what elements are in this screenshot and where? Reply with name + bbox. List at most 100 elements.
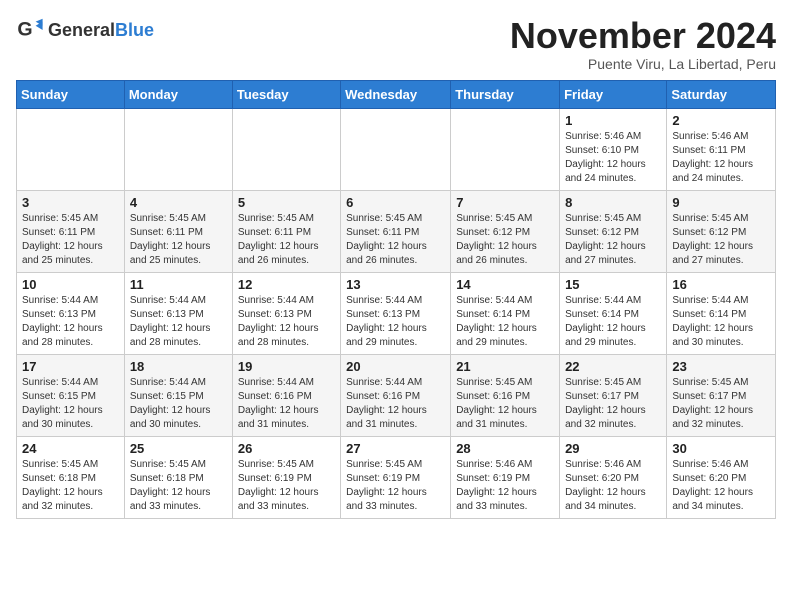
- day-info: Sunrise: 5:45 AM Sunset: 6:19 PM Dayligh…: [238, 458, 335, 514]
- day-number: 18: [130, 359, 227, 374]
- day-number: 20: [346, 359, 445, 374]
- calendar-cell: 28 Sunrise: 5:46 AM Sunset: 6:19 PM Dayli…: [451, 436, 560, 518]
- day-info: Sunrise: 5:45 AM Sunset: 6:11 PM Dayligh…: [238, 212, 335, 268]
- day-info: Sunrise: 5:44 AM Sunset: 6:15 PM Dayligh…: [130, 376, 227, 432]
- calendar-cell: 21Sunrise: 5:45 AM Sunset: 6:16 PM Dayli…: [451, 354, 560, 436]
- weekday-header-thursday: Thursday: [451, 80, 560, 108]
- day-number: 26: [238, 441, 335, 456]
- day-number: 9: [672, 195, 770, 210]
- calendar-cell: 14 Sunrise: 5:44 AM Sunset: 6:14 PM Dayli…: [451, 272, 560, 354]
- day-info: Sunrise: 5:46 AM Sunset: 6:11 PM Dayligh…: [672, 130, 770, 186]
- day-number: 24: [22, 441, 119, 456]
- calendar-table: SundayMondayTuesdayWednesdayThursdayFrid…: [16, 80, 776, 519]
- weekday-header-tuesday: Tuesday: [232, 80, 340, 108]
- calendar-cell: 9 Sunrise: 5:45 AM Sunset: 6:12 PM Daylig…: [667, 190, 776, 272]
- day-info: Sunrise: 5:45 AM Sunset: 6:11 PM Dayligh…: [22, 212, 119, 268]
- weekday-header-wednesday: Wednesday: [341, 80, 451, 108]
- calendar-cell: 4 Sunrise: 5:45 AM Sunset: 6:11 PM Daylig…: [124, 190, 232, 272]
- weekday-header-sunday: Sunday: [17, 80, 125, 108]
- day-info: Sunrise: 5:45 AM Sunset: 6:11 PM Dayligh…: [346, 212, 445, 268]
- calendar-cell: 30Sunrise: 5:46 AM Sunset: 6:20 PM Dayli…: [667, 436, 776, 518]
- calendar-cell: [232, 108, 340, 190]
- logo-blue: Blue: [115, 20, 154, 41]
- day-info: Sunrise: 5:45 AM Sunset: 6:17 PM Dayligh…: [565, 376, 661, 432]
- day-number: 15: [565, 277, 661, 292]
- day-number: 13: [346, 277, 445, 292]
- day-info: Sunrise: 5:45 AM Sunset: 6:12 PM Dayligh…: [456, 212, 554, 268]
- calendar-cell: 26 Sunrise: 5:45 AM Sunset: 6:19 PM Dayli…: [232, 436, 340, 518]
- calendar-cell: 23Sunrise: 5:45 AM Sunset: 6:17 PM Dayli…: [667, 354, 776, 436]
- calendar-cell: 10 Sunrise: 5:44 AM Sunset: 6:13 PM Dayli…: [17, 272, 125, 354]
- day-info: Sunrise: 5:45 AM Sunset: 6:11 PM Dayligh…: [130, 212, 227, 268]
- location-subtitle: Puente Viru, La Libertad, Peru: [510, 56, 776, 72]
- week-row-1: 1Sunrise: 5:46 AM Sunset: 6:10 PM Daylig…: [17, 108, 776, 190]
- weekday-header-saturday: Saturday: [667, 80, 776, 108]
- day-info: Sunrise: 5:44 AM Sunset: 6:14 PM Dayligh…: [672, 294, 770, 350]
- calendar-cell: 11 Sunrise: 5:44 AM Sunset: 6:13 PM Dayli…: [124, 272, 232, 354]
- calendar-cell: 7 Sunrise: 5:45 AM Sunset: 6:12 PM Daylig…: [451, 190, 560, 272]
- day-number: 12: [238, 277, 335, 292]
- calendar-cell: 1Sunrise: 5:46 AM Sunset: 6:10 PM Daylig…: [560, 108, 667, 190]
- calendar-cell: [341, 108, 451, 190]
- day-number: 7: [456, 195, 554, 210]
- day-number: 25: [130, 441, 227, 456]
- day-info: Sunrise: 5:45 AM Sunset: 6:12 PM Dayligh…: [565, 212, 661, 268]
- day-info: Sunrise: 5:44 AM Sunset: 6:13 PM Dayligh…: [130, 294, 227, 350]
- calendar-cell: 17Sunrise: 5:44 AM Sunset: 6:15 PM Dayli…: [17, 354, 125, 436]
- day-number: 11: [130, 277, 227, 292]
- day-info: Sunrise: 5:44 AM Sunset: 6:16 PM Dayligh…: [346, 376, 445, 432]
- weekday-header-row: SundayMondayTuesdayWednesdayThursdayFrid…: [17, 80, 776, 108]
- calendar-cell: 22Sunrise: 5:45 AM Sunset: 6:17 PM Dayli…: [560, 354, 667, 436]
- day-info: Sunrise: 5:45 AM Sunset: 6:18 PM Dayligh…: [130, 458, 227, 514]
- day-number: 5: [238, 195, 335, 210]
- calendar-cell: [124, 108, 232, 190]
- calendar-cell: 19 Sunrise: 5:44 AM Sunset: 6:16 PM Dayli…: [232, 354, 340, 436]
- weekday-header-friday: Friday: [560, 80, 667, 108]
- calendar-cell: 5 Sunrise: 5:45 AM Sunset: 6:11 PM Daylig…: [232, 190, 340, 272]
- day-info: Sunrise: 5:44 AM Sunset: 6:13 PM Dayligh…: [346, 294, 445, 350]
- month-title: November 2024: [510, 16, 776, 56]
- calendar-cell: 29 Sunrise: 5:46 AM Sunset: 6:20 PM Dayli…: [560, 436, 667, 518]
- calendar-cell: 6Sunrise: 5:45 AM Sunset: 6:11 PM Daylig…: [341, 190, 451, 272]
- day-info: Sunrise: 5:45 AM Sunset: 6:16 PM Dayligh…: [456, 376, 554, 432]
- week-row-3: 10 Sunrise: 5:44 AM Sunset: 6:13 PM Dayli…: [17, 272, 776, 354]
- logo-icon: G: [16, 16, 44, 44]
- calendar-body: 1Sunrise: 5:46 AM Sunset: 6:10 PM Daylig…: [17, 108, 776, 518]
- day-number: 29: [565, 441, 661, 456]
- day-number: 10: [22, 277, 119, 292]
- day-info: Sunrise: 5:44 AM Sunset: 6:16 PM Dayligh…: [238, 376, 335, 432]
- calendar-cell: 15Sunrise: 5:44 AM Sunset: 6:14 PM Dayli…: [560, 272, 667, 354]
- day-info: Sunrise: 5:45 AM Sunset: 6:17 PM Dayligh…: [672, 376, 770, 432]
- day-number: 1: [565, 113, 661, 128]
- day-number: 4: [130, 195, 227, 210]
- day-info: Sunrise: 5:46 AM Sunset: 6:19 PM Dayligh…: [456, 458, 554, 514]
- day-info: Sunrise: 5:45 AM Sunset: 6:18 PM Dayligh…: [22, 458, 119, 514]
- logo-general: General: [48, 20, 115, 41]
- day-info: Sunrise: 5:44 AM Sunset: 6:15 PM Dayligh…: [22, 376, 119, 432]
- calendar-cell: 3Sunrise: 5:45 AM Sunset: 6:11 PM Daylig…: [17, 190, 125, 272]
- day-number: 16: [672, 277, 770, 292]
- calendar-cell: [451, 108, 560, 190]
- title-block: November 2024 Puente Viru, La Libertad, …: [510, 16, 776, 72]
- calendar-cell: 24 Sunrise: 5:45 AM Sunset: 6:18 PM Dayli…: [17, 436, 125, 518]
- weekday-header-monday: Monday: [124, 80, 232, 108]
- day-info: Sunrise: 5:46 AM Sunset: 6:20 PM Dayligh…: [565, 458, 661, 514]
- calendar-cell: 13 Sunrise: 5:44 AM Sunset: 6:13 PM Dayli…: [341, 272, 451, 354]
- week-row-2: 3Sunrise: 5:45 AM Sunset: 6:11 PM Daylig…: [17, 190, 776, 272]
- logo: G General Blue: [16, 16, 154, 44]
- day-number: 19: [238, 359, 335, 374]
- day-info: Sunrise: 5:44 AM Sunset: 6:14 PM Dayligh…: [456, 294, 554, 350]
- day-info: Sunrise: 5:46 AM Sunset: 6:20 PM Dayligh…: [672, 458, 770, 514]
- calendar-cell: 20 Sunrise: 5:44 AM Sunset: 6:16 PM Dayli…: [341, 354, 451, 436]
- svg-text:G: G: [17, 19, 32, 41]
- calendar-cell: 8 Sunrise: 5:45 AM Sunset: 6:12 PM Daylig…: [560, 190, 667, 272]
- day-info: Sunrise: 5:44 AM Sunset: 6:13 PM Dayligh…: [22, 294, 119, 350]
- day-number: 8: [565, 195, 661, 210]
- day-number: 28: [456, 441, 554, 456]
- day-number: 14: [456, 277, 554, 292]
- day-info: Sunrise: 5:45 AM Sunset: 6:12 PM Dayligh…: [672, 212, 770, 268]
- day-number: 27: [346, 441, 445, 456]
- page-header: G General Blue November 2024 Puente Viru…: [16, 16, 776, 72]
- week-row-4: 17Sunrise: 5:44 AM Sunset: 6:15 PM Dayli…: [17, 354, 776, 436]
- calendar-cell: 16 Sunrise: 5:44 AM Sunset: 6:14 PM Dayli…: [667, 272, 776, 354]
